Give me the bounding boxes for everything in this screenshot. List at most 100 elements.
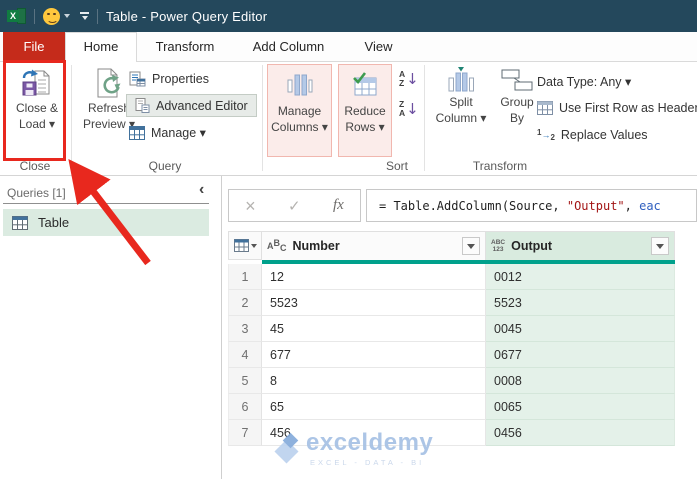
group-label-transform: Transform	[472, 159, 528, 173]
split-column-label-line2: Column ▾	[435, 110, 487, 125]
query-item-label: Table	[38, 215, 70, 230]
filter-dropdown-button[interactable]	[462, 237, 480, 255]
tab-add-column[interactable]: Add Column	[236, 32, 341, 62]
use-first-row-button[interactable]: Use First Row as Header	[537, 101, 697, 115]
cell-output[interactable]: 5523	[486, 290, 675, 316]
cell-output[interactable]: 0008	[486, 368, 675, 394]
group-by-label-line2: By	[509, 110, 524, 125]
cell-output[interactable]: 0456	[486, 420, 675, 446]
properties-button[interactable]: Properties	[129, 71, 209, 87]
column-header-number[interactable]: ABC Number	[262, 231, 486, 260]
advanced-editor-button[interactable]: Advanced Editor	[126, 94, 257, 117]
tab-home[interactable]: Home	[65, 32, 137, 62]
row-number: 6	[228, 394, 262, 420]
table-row[interactable]: 6 65 0065	[228, 394, 675, 420]
cell-number[interactable]: 45	[262, 316, 486, 342]
titlebar-separator	[97, 8, 98, 24]
manage-button[interactable]: Manage ▾	[129, 125, 206, 140]
annotation-highlight-box	[3, 60, 66, 161]
manage-icon	[129, 125, 145, 140]
reduce-rows-label-line2: Rows ▾	[345, 119, 385, 134]
table-row[interactable]: 3 45 0045	[228, 316, 675, 342]
feedback-smiley-icon[interactable]	[43, 7, 60, 25]
group-by-label-line1: Group	[500, 95, 534, 109]
window-title: Table - Power Query Editor	[106, 8, 268, 24]
sort-descending-button[interactable]: Z A ↓	[399, 100, 419, 118]
properties-label: Properties	[152, 72, 209, 86]
table-row[interactable]: 1 12 0012	[228, 264, 675, 290]
formula-separator: ,	[624, 198, 640, 213]
formula-toolbar: × ✓ fx	[228, 189, 361, 222]
column-label: Number	[292, 239, 340, 253]
row-number: 1	[228, 264, 262, 290]
manage-columns-label-line2: Columns ▾	[271, 119, 328, 134]
refresh-preview-icon	[97, 68, 121, 98]
cell-number[interactable]: 12	[262, 264, 486, 290]
split-column-button[interactable]: Split Column ▾	[430, 67, 492, 126]
commit-formula-icon[interactable]: ✓	[288, 197, 301, 215]
sort-ascending-button[interactable]: A Z ↓	[399, 70, 419, 88]
cell-number[interactable]: 5523	[262, 290, 486, 316]
cell-number[interactable]: 8	[262, 368, 486, 394]
table-row[interactable]: 2 5523 5523	[228, 290, 675, 316]
fx-icon[interactable]: fx	[333, 197, 344, 214]
corner-dropdown-caret-icon	[250, 243, 257, 248]
manage-columns-label-line1: Manage	[277, 104, 322, 118]
sort-az-letter-z: Z	[399, 78, 405, 88]
data-type-dropdown[interactable]: Data Type: Any ▾	[537, 74, 631, 89]
table-row[interactable]: 5 8 0008	[228, 368, 675, 394]
split-column-icon	[448, 67, 474, 92]
titlebar-separator	[34, 8, 35, 24]
cell-output[interactable]: 0012	[486, 264, 675, 290]
tab-file[interactable]: File	[3, 32, 65, 62]
ribbon-tab-strip: File Home Transform Add Column View	[0, 32, 697, 62]
row-number: 7	[228, 420, 262, 446]
quick-access-toolbar-dropdown-icon[interactable]	[80, 12, 89, 20]
reduce-rows-label-line1: Reduce	[344, 104, 386, 118]
formula-input[interactable]: = Table.AddColumn(Source, "Output", eac	[366, 189, 697, 222]
data-type-label: Data Type: Any ▾	[537, 75, 632, 89]
cell-number[interactable]: 677	[262, 342, 486, 368]
select-all-corner-cell[interactable]	[228, 231, 262, 260]
tab-transform[interactable]: Transform	[140, 32, 230, 62]
group-label-close: Close	[19, 159, 51, 173]
row-number: 4	[228, 342, 262, 368]
table-icon	[12, 215, 28, 230]
cell-number[interactable]: 65	[262, 394, 486, 420]
power-query-editor-window: X Table - Power Query Editor File Home T…	[0, 0, 697, 479]
table-body: 1 12 0012 2 5523 5523 3 45 0045 4 677 06…	[228, 264, 675, 446]
cell-output[interactable]: 0065	[486, 394, 675, 420]
tab-view[interactable]: View	[346, 32, 411, 62]
sort-za-letter-a: A	[399, 108, 406, 118]
row-number: 3	[228, 316, 262, 342]
replace-values-button[interactable]: 1→2 Replace Values	[537, 128, 648, 142]
sort-down-arrow-icon: ↓	[406, 99, 419, 118]
table-row[interactable]: 4 677 0677	[228, 342, 675, 368]
column-header-output[interactable]: ABC 123 Output	[486, 231, 675, 260]
text-type-icon: ABC	[267, 238, 287, 253]
formula-string-literal: "Output"	[566, 198, 625, 213]
manage-columns-button[interactable]: Manage Columns ▾	[267, 64, 332, 157]
watermark-brand: exceldemy	[306, 429, 434, 456]
query-list-item-table[interactable]: Table	[3, 209, 209, 236]
sort-down-arrow-icon: ↓	[406, 69, 419, 88]
cell-output[interactable]: 0045	[486, 316, 675, 342]
group-by-button[interactable]: Group By	[493, 67, 541, 126]
cancel-formula-icon[interactable]: ×	[245, 197, 256, 215]
cell-output[interactable]: 0677	[486, 342, 675, 368]
reduce-rows-button[interactable]: Reduce Rows ▾	[338, 64, 392, 157]
preview-table: ABC Number ABC 123 Output 1 12 0012 2 55…	[228, 231, 675, 446]
manage-label: Manage ▾	[151, 126, 206, 140]
table-header-icon	[537, 101, 553, 115]
manage-columns-icon	[287, 74, 312, 96]
group-label-sort: Sort	[385, 159, 408, 173]
group-separator	[424, 65, 425, 171]
collapse-pane-icon[interactable]: ‹	[199, 181, 204, 199]
header-accent-bar	[262, 260, 675, 264]
smiley-dropdown-caret-icon[interactable]	[64, 14, 70, 18]
watermark-tagline: EXCEL - DATA - BI	[310, 458, 425, 467]
filter-dropdown-button[interactable]	[651, 237, 669, 255]
table-corner-icon	[233, 239, 249, 252]
queries-pane-header: Queries [1]	[7, 186, 66, 200]
use-first-row-label: Use First Row as Header	[559, 101, 697, 115]
